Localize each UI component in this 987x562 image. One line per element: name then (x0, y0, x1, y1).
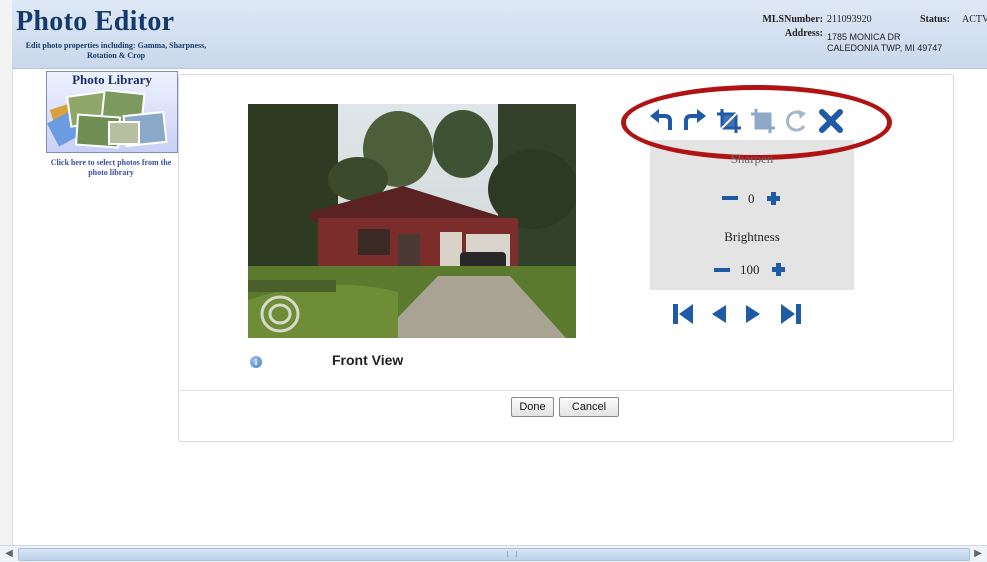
sharpen-value: 0 (748, 191, 755, 206)
panel-divider (178, 390, 954, 391)
last-photo-icon[interactable] (776, 300, 806, 328)
scroll-left-icon[interactable]: ◀ (2, 546, 16, 562)
photo-library-button[interactable]: Photo Library (46, 71, 178, 153)
scrollbar-thumb[interactable] (18, 548, 970, 561)
reset-disabled-icon (786, 110, 806, 132)
brightness-label: Brightness (724, 229, 780, 244)
first-photo-icon[interactable] (668, 300, 698, 328)
property-photo (248, 104, 576, 338)
done-button[interactable]: Done (511, 397, 554, 417)
app-header: Photo Editor Edit photo properties inclu… (12, 0, 987, 69)
address-label: Address: (784, 28, 823, 39)
photo-toolbar (642, 104, 872, 140)
scrollbar-grip (507, 551, 517, 557)
photo-stack-icon (47, 90, 168, 149)
address-line-1: 1785 MONICA DR (827, 32, 901, 42)
scroll-right-icon[interactable]: ▶ (971, 546, 985, 562)
photo-library-widget[interactable]: Photo Library Click here to select photo… (46, 71, 178, 178)
status-label: Status: (919, 14, 950, 25)
crop-icon[interactable] (714, 106, 744, 136)
window-frame-left (0, 0, 13, 561)
brightness-increase-button[interactable] (772, 263, 785, 276)
cancel-button[interactable]: Cancel (559, 397, 619, 417)
brightness-decrease-button[interactable] (714, 268, 730, 272)
delete-icon[interactable] (816, 106, 846, 136)
brightness-value: 100 (740, 262, 760, 277)
app-title: Photo Editor (16, 6, 175, 37)
rotate-left-icon[interactable] (646, 106, 676, 136)
next-photo-icon[interactable] (738, 300, 768, 328)
crop-disabled-icon (751, 109, 775, 133)
mls-label: MLSNumber: (762, 14, 823, 25)
status-value: ACTV (962, 14, 987, 25)
sharpen-decrease-button[interactable] (722, 196, 738, 200)
photo-caption: Front View (332, 352, 404, 368)
photo-library-link[interactable]: Click here to select photos from the pho… (46, 158, 176, 178)
sharpen-increase-button[interactable] (767, 192, 780, 205)
sharpen-label: Sharpen (730, 151, 774, 166)
mls-value: 211093920 (827, 14, 872, 25)
info-icon[interactable]: i (250, 356, 262, 368)
rotate-right-icon[interactable] (680, 106, 710, 136)
previous-photo-icon[interactable] (704, 300, 734, 328)
app-subtitle: Edit photo properties including: Gamma, … (25, 41, 207, 60)
photo-library-title: Photo Library (72, 72, 152, 87)
horizontal-scrollbar[interactable]: ◀ ▶ (0, 545, 987, 562)
address-line-2: CALEDONIA TWP, MI 49747 (827, 43, 943, 53)
